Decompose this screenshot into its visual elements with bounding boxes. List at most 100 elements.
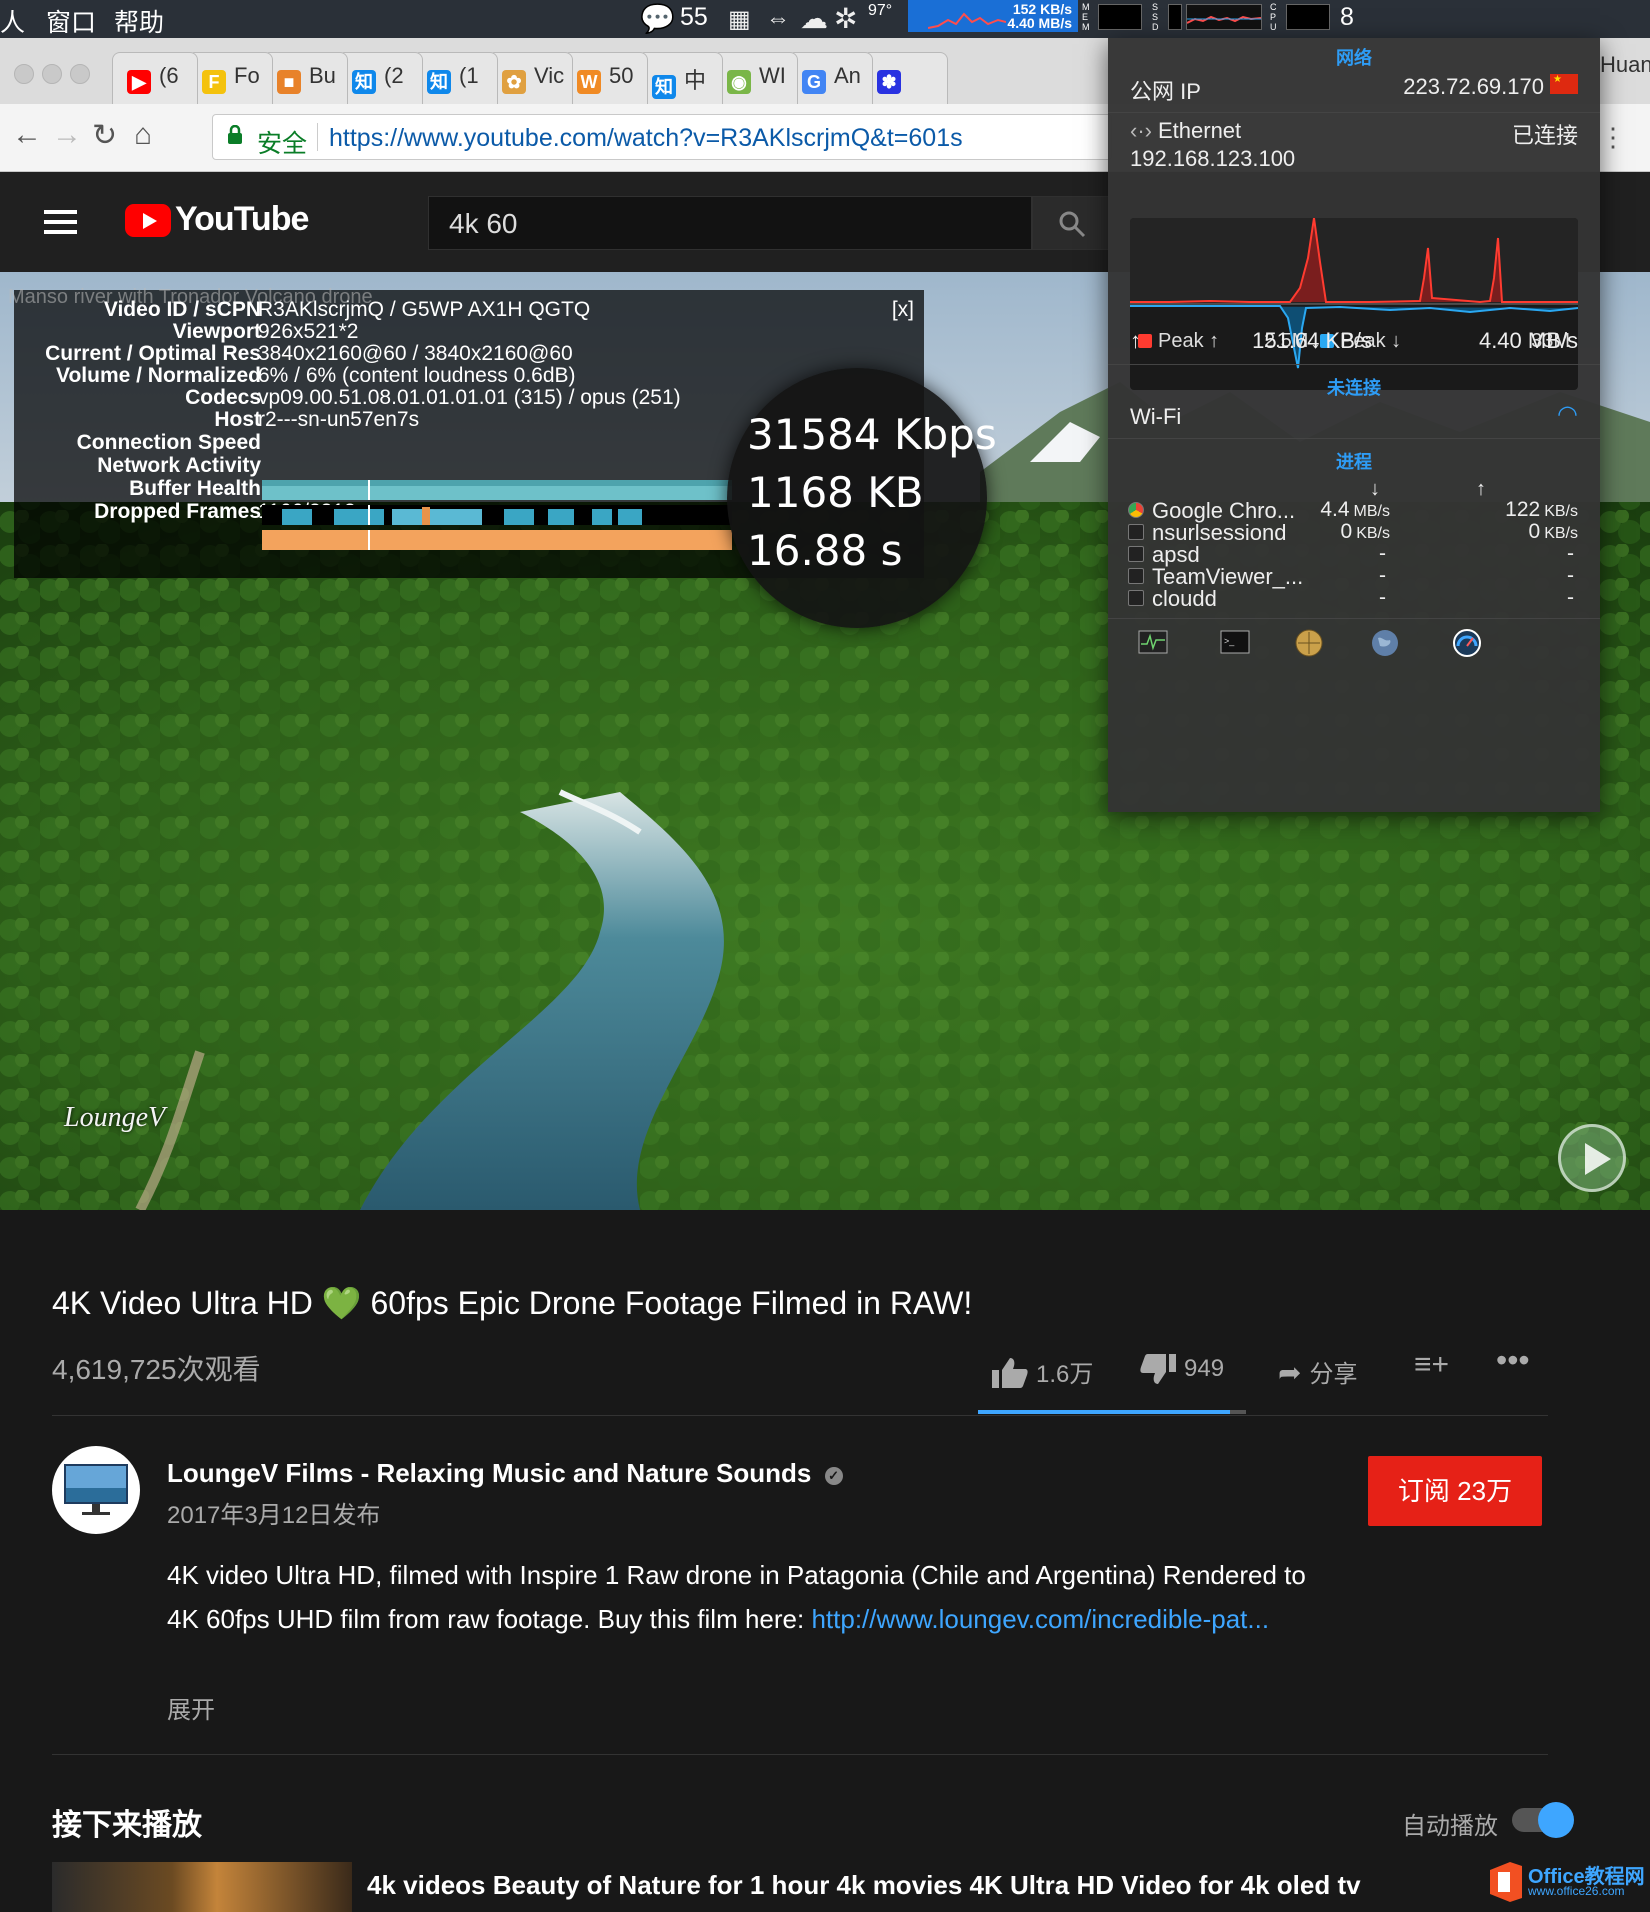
mac-menu-bar: 人 窗口 帮助 💬 55 ▦ ⇔ ☁ ✲ 97° 152 KB/s 4.40 M…: [0, 0, 1650, 38]
network-history-meter[interactable]: [1186, 4, 1262, 30]
mem-meter[interactable]: [1098, 4, 1142, 30]
url-text[interactable]: https://www.youtube.com/watch?v=R3AKlscr…: [329, 124, 963, 153]
speedtest-icon[interactable]: [1452, 628, 1482, 658]
subscribe-button[interactable]: 订阅 23万: [1368, 1456, 1542, 1526]
search-input[interactable]: 4k 60: [428, 196, 1032, 250]
menubar-trailing-item[interactable]: 8: [1340, 3, 1354, 32]
share-button[interactable]: ➦ 分享: [1278, 1354, 1357, 1389]
process-upload-unit: KB/s: [1544, 525, 1578, 542]
stat-label: Current / Optimal Res: [45, 342, 261, 365]
network-section-title: 网络: [1336, 48, 1372, 68]
ssd-meter[interactable]: [1168, 4, 1182, 30]
frog-icon: ◉: [727, 70, 751, 94]
process-download-value: 4.4: [1320, 498, 1350, 521]
wifi-label[interactable]: Wi-Fi: [1130, 404, 1181, 430]
process-upload-value: -: [1567, 586, 1574, 609]
close-stats-button[interactable]: [x]: [892, 298, 914, 322]
network-activity-bar: [262, 505, 732, 525]
security-label: 安全: [257, 130, 308, 158]
youtube-icon: ▶: [127, 70, 151, 94]
process-upload-value: -: [1567, 542, 1574, 565]
public-ip-value[interactable]: 223.72.69.170: [1403, 74, 1544, 100]
omnibox-divider: [317, 123, 318, 151]
forward-icon[interactable]: →: [52, 118, 82, 152]
menu-item-person[interactable]: 人: [0, 3, 25, 39]
local-ip[interactable]: 192.168.123.100: [1130, 146, 1295, 172]
zoom-window-button[interactable]: [70, 64, 90, 84]
tab-label: 中: [684, 68, 707, 93]
browser-tab[interactable]: 知中: [637, 52, 723, 104]
add-to-playlist-icon[interactable]: ≡+: [1414, 1348, 1449, 1382]
browser-tab[interactable]: G An: [787, 52, 873, 104]
download-arrow-icon: ↓: [1310, 328, 1321, 353]
more-actions-icon[interactable]: •••: [1496, 1342, 1530, 1379]
process-download-value: -: [1379, 586, 1386, 609]
browser-tab[interactable]: ◉ WI: [712, 52, 798, 104]
youtube-logo-icon[interactable]: [125, 204, 171, 237]
minimize-window-button[interactable]: [42, 64, 62, 84]
zhihu-icon: 知: [652, 75, 676, 99]
ethernet-row[interactable]: ‹·› Ethernet: [1130, 118, 1241, 144]
dislike-button[interactable]: 949: [1140, 1354, 1224, 1384]
menu-item-window[interactable]: 窗口: [46, 3, 96, 39]
browser-tab[interactable]: ▶ (6: [112, 52, 198, 104]
cloud-icon[interactable]: ☁: [800, 2, 828, 35]
stat-label: Host: [214, 408, 261, 431]
cpu-meter[interactable]: [1286, 4, 1330, 30]
channel-name[interactable]: LoungeV Films - Relaxing Music and Natur…: [167, 1458, 843, 1489]
hamburger-menu-icon[interactable]: [44, 210, 77, 234]
channel-avatar[interactable]: [52, 1446, 140, 1534]
play-overlay-icon[interactable]: [1558, 1124, 1626, 1192]
browser-tab[interactable]: 知 (1: [412, 52, 498, 104]
temperature-fan-icon[interactable]: ✲: [834, 2, 857, 35]
magnified-buffer-health: 16.88 s: [747, 526, 903, 575]
reload-icon[interactable]: ↻: [92, 118, 117, 153]
description-link[interactable]: http://www.loungev.com/incredible-pat...: [811, 1604, 1269, 1634]
profile-name[interactable]: Huang: [1600, 52, 1650, 78]
stat-label: Connection Speed: [76, 431, 261, 454]
browser-tab[interactable]: ■ Bu: [262, 52, 348, 104]
like-button[interactable]: 1.6万: [992, 1354, 1093, 1389]
like-count: 1.6万: [1036, 1361, 1094, 1388]
chrome-icon: [1128, 502, 1144, 518]
autoplay-toggle[interactable]: [1512, 1802, 1574, 1838]
activity-monitor-icon[interactable]: [1138, 628, 1168, 658]
close-window-button[interactable]: [14, 64, 34, 84]
show-more-button[interactable]: 展开: [167, 1690, 215, 1725]
network-activity-graph: [282, 505, 642, 525]
teamviewer-icon[interactable]: ⇔: [766, 5, 790, 33]
peak-up-label: Peak ↑: [1158, 330, 1220, 352]
menu-item-help[interactable]: 帮助: [114, 3, 164, 39]
green-heart-icon: 💚: [321, 1285, 362, 1321]
browser-tab[interactable]: F Fo: [187, 52, 273, 104]
network-menubar-widget[interactable]: 152 KB/s 4.40 MB/s: [908, 0, 1078, 32]
terminal-icon[interactable]: >_: [1220, 628, 1250, 658]
browser-tab[interactable]: W 50: [562, 52, 648, 104]
w-icon: W: [577, 70, 601, 94]
process-name[interactable]: cloudd: [1152, 586, 1217, 612]
search-button[interactable]: [1032, 196, 1112, 250]
back-icon[interactable]: ←: [12, 118, 42, 152]
window-grid-icon[interactable]: ▦: [728, 5, 751, 34]
publish-date: 2017年3月12日发布: [167, 1502, 381, 1529]
globe-icon[interactable]: [1370, 628, 1400, 658]
tab-label: An: [834, 63, 861, 88]
browser-tab[interactable]: 知 (2: [337, 52, 423, 104]
magnifier-lens: 31584 Kbps 1168 KB 16.88 s: [727, 368, 997, 628]
view-count: 4,619,725次观看: [52, 1354, 261, 1385]
next-video-title[interactable]: 4k videos Beauty of Nature for 1 hour 4k…: [367, 1870, 1361, 1901]
browser-tab[interactable]: ✿ Vic: [487, 52, 573, 104]
stat-value: R3AKlscrjmQ / G5WP AX1H QGTQ: [258, 298, 591, 321]
process-up-arrow-icon: ↑: [1476, 478, 1486, 500]
browser-tab[interactable]: ✽: [862, 52, 948, 104]
home-icon[interactable]: ⌂: [134, 118, 152, 152]
wechat-icon[interactable]: 💬: [640, 2, 675, 35]
tab-label: (2: [384, 63, 404, 88]
youtube-logo-text[interactable]: YouTube: [175, 200, 309, 239]
address-bar[interactable]: 安全 https://www.youtube.com/watch?v=R3AKl…: [212, 114, 1112, 160]
network-utility-icon[interactable]: [1294, 628, 1324, 658]
next-video-thumbnail[interactable]: [52, 1862, 352, 1912]
chrome-menu-icon[interactable]: ⋮: [1600, 122, 1626, 153]
magnified-connection-speed: 31584 Kbps: [747, 410, 997, 459]
wifi-icon[interactable]: ◠: [1557, 400, 1578, 429]
